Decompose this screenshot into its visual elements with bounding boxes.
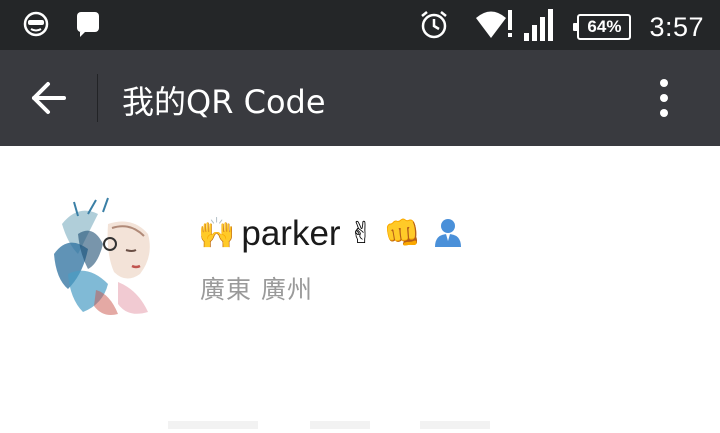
app-bar-divider — [97, 74, 98, 122]
avatar[interactable] — [48, 194, 176, 322]
user-name: parker — [241, 214, 341, 253]
status-bar: 64% 3:57 — [0, 0, 720, 50]
status-right-icons: 64% 3:57 — [419, 8, 704, 46]
more-options-button[interactable] — [654, 78, 674, 118]
person-silhouette-icon — [433, 217, 463, 251]
fist-bump-emoji-icon: 👊 — [383, 216, 422, 251]
status-time: 3:57 — [649, 11, 704, 42]
user-location: 廣東 廣州 — [200, 275, 313, 304]
status-left-icons — [22, 10, 100, 42]
signal-icon — [523, 9, 555, 45]
qr-code-fragment — [160, 414, 560, 429]
profile-name-row: 🙌 parker ✌ 👊 — [198, 212, 463, 256]
victory-hand-emoji-icon: ✌ — [348, 216, 374, 251]
alarm-clock-icon — [419, 9, 449, 45]
more-vertical-icon — [654, 79, 674, 122]
chat-bubble-icon — [76, 11, 100, 41]
app-bar: 我的QR Code — [0, 50, 720, 146]
back-button[interactable] — [30, 80, 68, 116]
battery-indicator: 64% — [573, 14, 632, 40]
raised-hands-emoji-icon: 🙌 — [198, 216, 236, 251]
glasses-face-icon — [22, 10, 50, 42]
wifi-alert-icon — [475, 8, 513, 46]
page-title: 我的QR Code — [122, 83, 326, 121]
arrow-left-icon — [30, 82, 68, 120]
